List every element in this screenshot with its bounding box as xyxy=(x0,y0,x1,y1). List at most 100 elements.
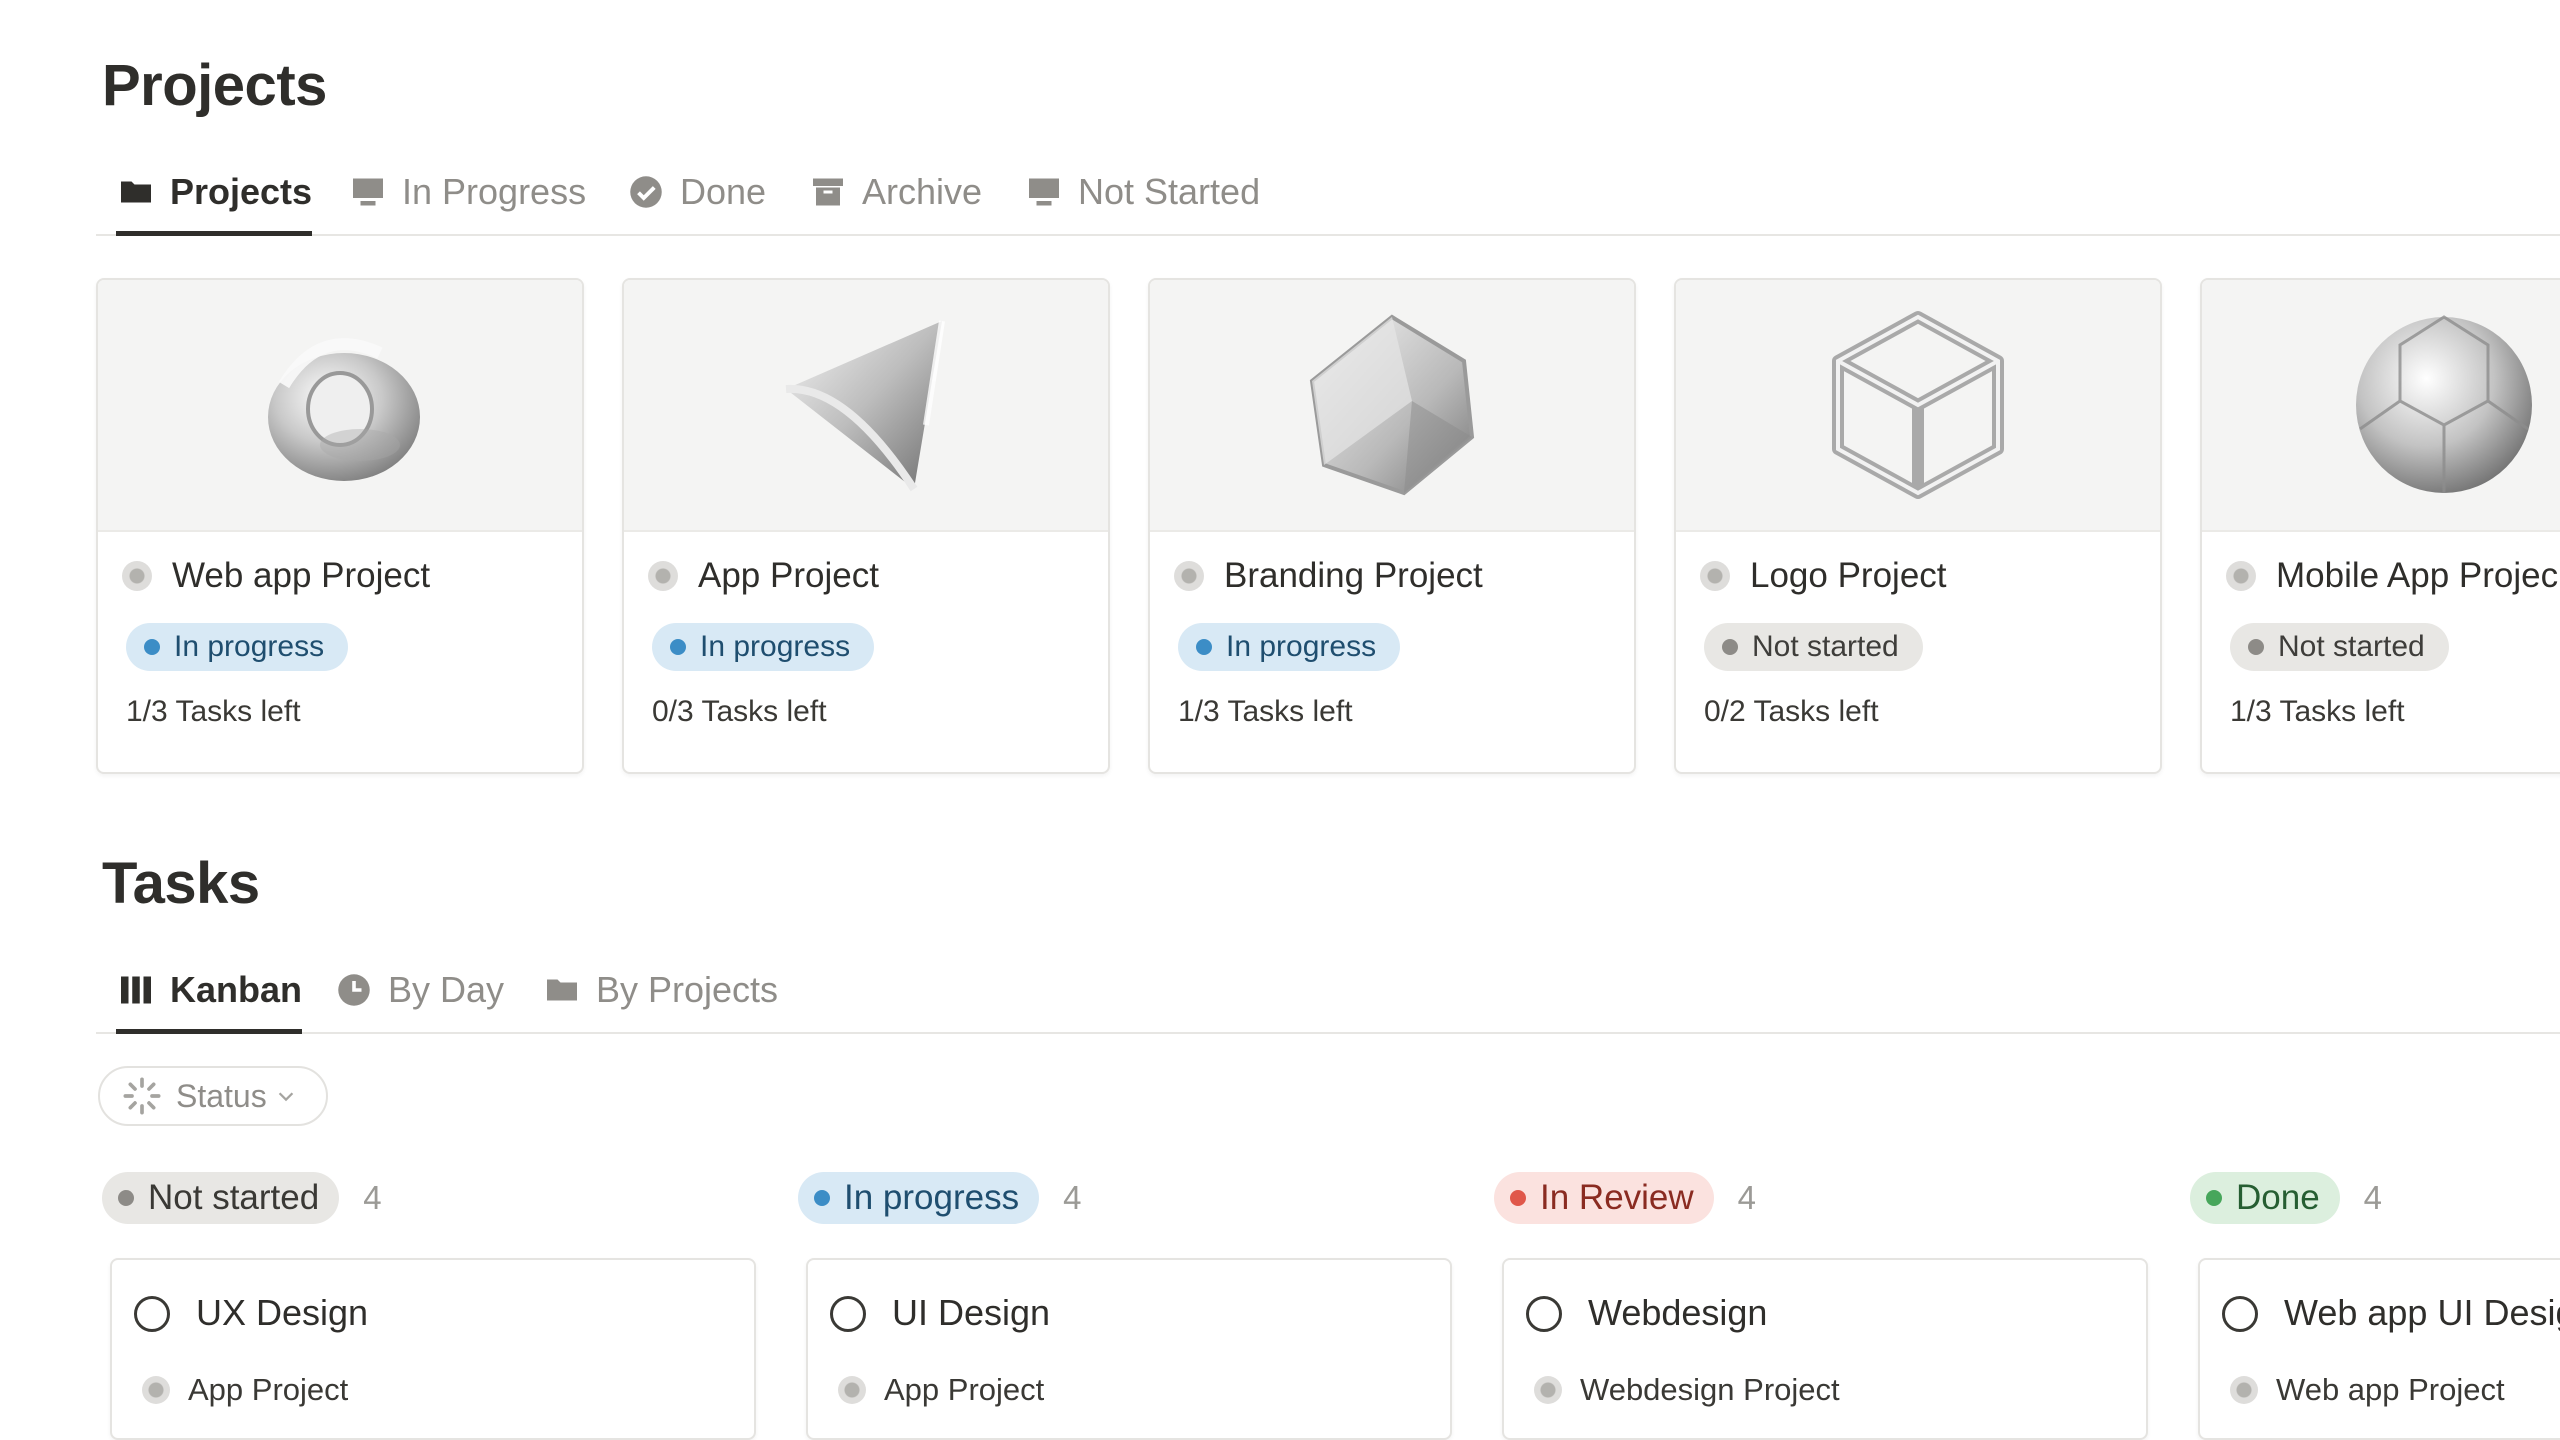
project-name: Branding Project xyxy=(1174,556,1483,596)
glass-torus-icon xyxy=(268,338,420,481)
column-header: In Review 4 xyxy=(1494,1170,2144,1226)
task-project: App Project xyxy=(838,1372,1044,1408)
column-header: Done 4 xyxy=(2190,1170,2560,1226)
column-header: Not started 4 xyxy=(102,1170,752,1226)
tab-kanban[interactable]: Kanban xyxy=(116,950,303,1034)
task-checkbox[interactable] xyxy=(830,1296,866,1332)
projects-heading: Projects xyxy=(102,53,327,118)
workspace-page: Projects Projects In Progress Done Archi… xyxy=(0,0,2560,1440)
task-card[interactable]: UX Design App Project xyxy=(110,1258,756,1440)
status-tag: Done xyxy=(2190,1172,2340,1224)
tab-label: Projects xyxy=(170,171,313,212)
tab-label: By Projects xyxy=(596,969,779,1010)
column-count: 4 xyxy=(363,1179,382,1216)
kanban-column: Done 4 Web app UI Desig Web app Project xyxy=(2190,1170,2560,1440)
status-badge: Not started xyxy=(1704,623,1923,671)
tasks-left: 1/3 Tasks left xyxy=(2230,695,2405,728)
task-name: UI Design xyxy=(892,1292,1051,1333)
column-count: 4 xyxy=(2363,1179,2383,1216)
kanban-column: Not started 4 UX Design App Project xyxy=(102,1170,756,1440)
tab-not-started[interactable]: Not Started xyxy=(1024,152,1260,232)
chevron-down-icon xyxy=(278,1092,293,1102)
task-card[interactable]: Web app UI Desig Web app Project xyxy=(2198,1258,2560,1440)
status-spinner-icon xyxy=(123,1077,161,1115)
project-card[interactable]: Mobile App Projec Not started 1/3 Tasks … xyxy=(2200,278,2560,774)
tasks-left: 1/3 Tasks left xyxy=(126,695,301,728)
tab-label: Not Started xyxy=(1078,171,1261,212)
column-count: 4 xyxy=(1063,1179,1082,1216)
monitor-icon xyxy=(348,172,388,212)
tasks-left: 0/2 Tasks left xyxy=(1704,695,1879,728)
card-cover-image xyxy=(624,280,1108,532)
glass-polyhedron-icon xyxy=(1309,314,1475,496)
project-name: Web app Project xyxy=(122,556,430,596)
projects-tabbar: Projects In Progress Done Archive Not St… xyxy=(96,152,2560,236)
card-cover-image xyxy=(1150,280,1634,532)
folder-icon xyxy=(542,970,582,1010)
tab-label: In Progress xyxy=(402,171,587,212)
tab-label: By Day xyxy=(388,969,505,1010)
tasks-left: 1/3 Tasks left xyxy=(1178,695,1353,728)
page-icon xyxy=(142,1376,170,1404)
glass-faceted-sphere-icon xyxy=(2356,315,2532,493)
tab-in-progress[interactable]: In Progress xyxy=(348,152,586,232)
page-icon xyxy=(1534,1376,1562,1404)
tab-projects[interactable]: Projects xyxy=(116,152,313,236)
kanban-column: In progress 4 UI Design App Project xyxy=(798,1170,1452,1440)
tab-label: Archive xyxy=(862,171,983,212)
card-cover-image xyxy=(1676,280,2160,532)
monitor-icon xyxy=(1024,172,1064,212)
task-checkbox[interactable] xyxy=(1526,1296,1562,1332)
tab-by-day[interactable]: By Day xyxy=(334,950,504,1030)
task-name: UX Design xyxy=(196,1292,369,1333)
task-project: Webdesign Project xyxy=(1534,1372,1840,1408)
clock-icon xyxy=(334,970,374,1010)
card-cover-image xyxy=(98,280,582,532)
task-name: Web app UI Desig xyxy=(2284,1292,2560,1333)
tab-archive[interactable]: Archive xyxy=(808,152,982,232)
project-name: Logo Project xyxy=(1700,556,1947,596)
page-icon xyxy=(648,561,678,591)
column-header: In progress 4 xyxy=(798,1170,1448,1226)
folder-icon xyxy=(116,172,156,212)
project-card[interactable]: App Project In progress 0/3 Tasks left xyxy=(622,278,1110,774)
tab-done[interactable]: Done xyxy=(626,152,766,232)
page-icon xyxy=(122,561,152,591)
page-icon xyxy=(1700,561,1730,591)
task-checkbox[interactable] xyxy=(134,1296,170,1332)
task-card[interactable]: Webdesign Webdesign Project xyxy=(1502,1258,2148,1440)
tab-label: Kanban xyxy=(170,969,303,1010)
task-checkbox[interactable] xyxy=(2222,1296,2258,1332)
task-project: Web app Project xyxy=(2230,1372,2505,1408)
card-cover-image xyxy=(2202,280,2560,532)
task-card[interactable]: UI Design App Project xyxy=(806,1258,1452,1440)
task-project: App Project xyxy=(142,1372,348,1408)
status-tag: In Review xyxy=(1494,1172,1714,1224)
status-tag: Not started xyxy=(102,1172,340,1224)
tasks-heading: Tasks xyxy=(102,851,260,916)
status-filter-button[interactable]: Status xyxy=(98,1066,328,1126)
project-card[interactable]: Logo Project Not started 0/2 Tasks left xyxy=(1674,278,2162,774)
columns-icon xyxy=(116,970,156,1010)
project-card[interactable]: Web app Project In progress 1/3 Tasks le… xyxy=(96,278,584,774)
check-circle-icon xyxy=(626,172,666,212)
tab-label: Done xyxy=(680,171,767,212)
status-badge: Not started xyxy=(2230,623,2449,671)
status-badge: In progress xyxy=(652,623,875,671)
status-badge: In progress xyxy=(1178,623,1401,671)
project-card[interactable]: Branding Project In progress 1/3 Tasks l… xyxy=(1148,278,1636,774)
page-icon xyxy=(838,1376,866,1404)
project-name: Mobile App Projec xyxy=(2226,556,2558,596)
kanban-column: In Review 4 Webdesign Webdesign Project xyxy=(1494,1170,2148,1440)
column-count: 4 xyxy=(1737,1179,1757,1216)
glass-wire-cube-icon xyxy=(1832,311,2004,499)
task-name: Webdesign xyxy=(1588,1292,1768,1333)
page-icon xyxy=(2230,1376,2258,1404)
tasks-left: 0/3 Tasks left xyxy=(652,695,827,728)
glass-cone-icon xyxy=(785,320,945,492)
status-tag: In progress xyxy=(798,1172,1040,1224)
page-icon xyxy=(2226,561,2256,591)
status-badge: In progress xyxy=(126,623,349,671)
tasks-tabbar: Kanban By Day By Projects xyxy=(96,950,2560,1034)
tab-by-projects[interactable]: By Projects xyxy=(542,950,778,1030)
